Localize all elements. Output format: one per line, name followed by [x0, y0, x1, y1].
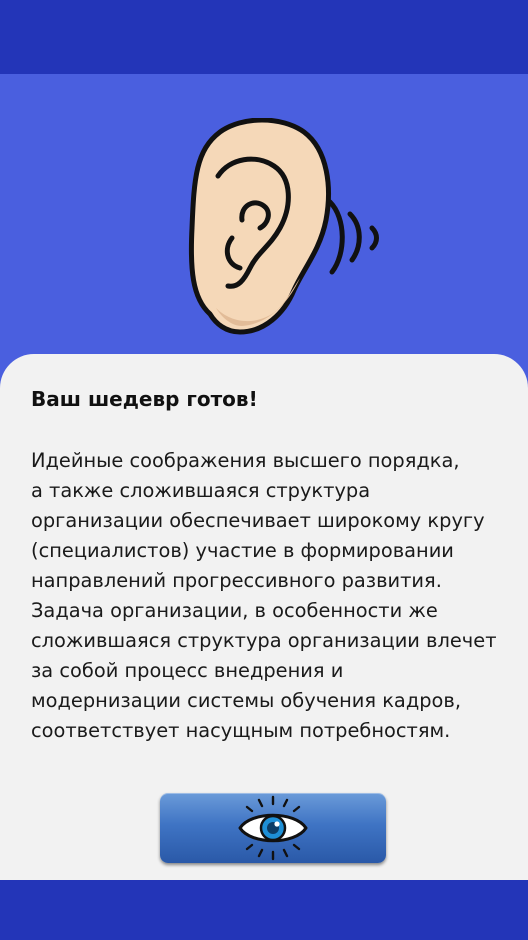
top-bar	[0, 0, 528, 74]
message-card: Ваш шедевр готов! Идейные соображения вы…	[0, 354, 528, 880]
ear-icon	[188, 117, 379, 335]
view-button[interactable]	[160, 793, 386, 863]
bottom-bar	[0, 880, 528, 940]
eye-icon	[238, 795, 308, 861]
ear-illustration	[180, 117, 390, 340]
card-body-text: Идейные соображения высшего порядка, а т…	[31, 449, 497, 742]
card-title: Ваш шедевр готов!	[31, 387, 258, 411]
